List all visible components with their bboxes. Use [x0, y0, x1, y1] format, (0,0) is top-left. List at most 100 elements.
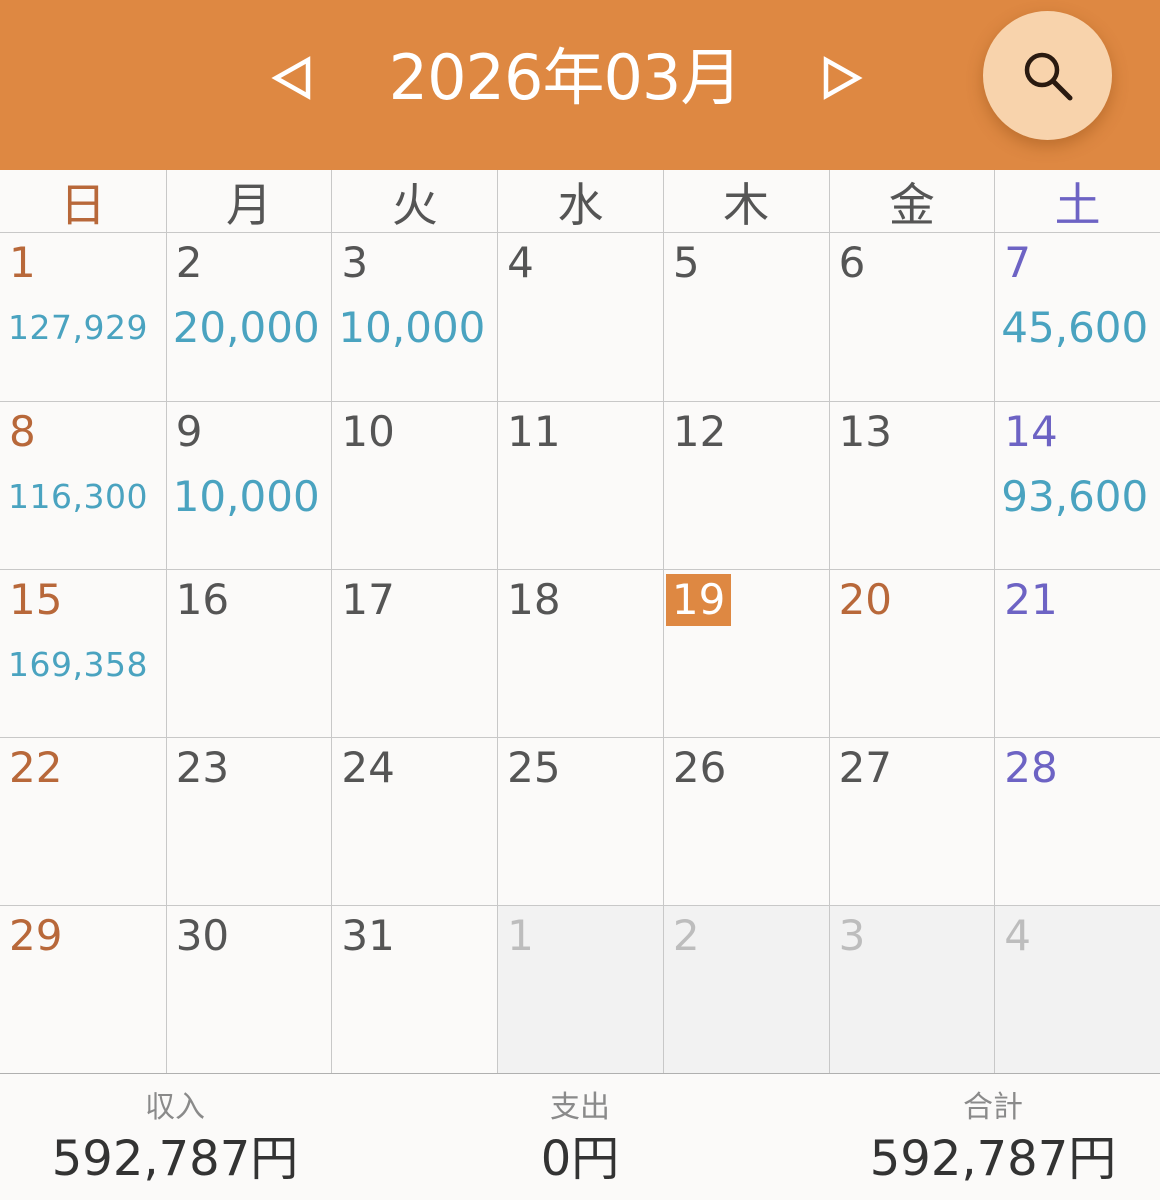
day-number: 10	[341, 407, 395, 456]
calendar-day-cell[interactable]: 29	[0, 905, 166, 1073]
calendar-day-cell[interactable]: 1	[497, 905, 663, 1073]
calendar-day-cell[interactable]: 23	[165, 737, 332, 905]
expense-label: 支出	[550, 1090, 610, 1125]
day-number: 3	[838, 911, 866, 960]
day-amount: 10,000	[338, 303, 486, 352]
calendar-day-cell[interactable]: 4	[497, 233, 663, 401]
calendar-day-cell[interactable]: 30	[165, 905, 332, 1073]
calendar-day-cell[interactable]: 3 10,000	[331, 233, 497, 401]
day-number: 1	[507, 911, 534, 960]
total-summary: 合計 592,787円	[838, 1088, 1148, 1190]
calendar-day-cell[interactable]: 22	[0, 737, 166, 905]
day-amount: 45,600	[1001, 303, 1149, 352]
day-number: 1	[9, 238, 36, 287]
day-number: 15	[9, 575, 63, 624]
day-number: 31	[341, 911, 395, 960]
day-number: 2	[175, 238, 203, 287]
day-number: 16	[175, 575, 230, 624]
day-number: 8	[9, 407, 36, 456]
day-number: 9	[175, 407, 203, 456]
weekday-sun: 日	[59, 177, 106, 232]
day-number: 28	[1004, 743, 1058, 792]
day-number: 27	[838, 743, 893, 792]
calendar-day-cell[interactable]: 10	[331, 401, 498, 569]
day-number: 20	[838, 575, 893, 624]
triangle-left-icon	[271, 56, 311, 100]
day-number: 24	[341, 743, 395, 792]
calendar-day-cell[interactable]: 12	[662, 401, 829, 569]
weekday-tue: 火	[331, 170, 497, 233]
calendar-day-cell[interactable]: 21	[994, 569, 1160, 737]
calendar-day-cell[interactable]: 14 93,600	[994, 401, 1160, 569]
calendar-day-cell[interactable]: 4	[994, 905, 1160, 1073]
weekday-sat: 土	[994, 170, 1160, 233]
calendar-day-cell[interactable]: 27	[828, 737, 995, 905]
day-number: 4	[507, 238, 534, 287]
expense-value: 0円	[540, 1131, 620, 1187]
day-number: 5	[672, 238, 700, 287]
calendar-day-cell[interactable]: 13	[828, 401, 995, 569]
income-summary: 収入 592,787円	[20, 1088, 330, 1190]
calendar-day-cell[interactable]: 7 45,600	[994, 233, 1160, 401]
day-number: 2	[672, 911, 700, 960]
income-label: 収入	[145, 1090, 205, 1125]
calendar-day-cell[interactable]: 24	[331, 737, 498, 905]
day-number: 3	[341, 238, 369, 287]
day-number: 22	[9, 743, 63, 792]
day-amount: 116,300	[8, 477, 148, 516]
calendar-day-cell[interactable]: 17	[331, 569, 498, 737]
calendar-day-cell[interactable]: 16	[165, 569, 332, 737]
calendar-day-cell[interactable]: 8 116,300	[0, 401, 166, 569]
day-amount: 169,358	[8, 645, 148, 684]
calendar-day-cell[interactable]: 25	[497, 737, 663, 905]
day-number: 18	[507, 575, 561, 624]
total-label: 合計	[963, 1090, 1023, 1125]
calendar-day-cell[interactable]: 11	[497, 401, 663, 569]
month-title: 2026年03月	[388, 41, 743, 114]
prev-month-button[interactable]	[262, 48, 322, 108]
calendar-day-cell[interactable]: 1 127,929	[0, 233, 166, 401]
day-number: 19	[665, 574, 732, 626]
day-number: 29	[9, 911, 63, 960]
calendar-day-cell[interactable]: 18	[497, 569, 663, 737]
day-number: 14	[1004, 407, 1058, 456]
day-number: 7	[1004, 238, 1032, 287]
next-month-button[interactable]	[812, 48, 872, 108]
weekday-fri: 金	[828, 170, 995, 233]
calendar-day-cell[interactable]: 19	[662, 569, 829, 737]
day-number: 6	[838, 238, 866, 287]
calendar-day-cell[interactable]: 5	[662, 233, 829, 401]
day-number: 12	[672, 407, 727, 456]
weekday-mon: 月	[165, 170, 332, 233]
calendar-day-cell[interactable]: 9 10,000	[165, 401, 332, 569]
calendar-day-cell[interactable]: 15 169,358	[0, 569, 166, 737]
day-number: 30	[175, 911, 230, 960]
total-value: 592,787円	[869, 1131, 1117, 1187]
calendar-day-cell[interactable]: 2 20,000	[165, 233, 332, 401]
calendar-day-cell[interactable]: 3	[828, 905, 995, 1073]
search-button[interactable]	[983, 11, 1112, 140]
expense-summary: 支出 0円	[425, 1088, 735, 1190]
weekday-thu: 木	[662, 170, 829, 233]
weekday-header: 日 月 火 水 木 金 土	[0, 170, 1160, 233]
day-number: 17	[341, 575, 395, 624]
calendar-day-cell[interactable]: 31	[331, 905, 498, 1073]
day-number: 26	[672, 743, 727, 792]
day-amount: 93,600	[1001, 472, 1149, 521]
weekday-wed: 水	[497, 170, 663, 233]
day-amount: 10,000	[172, 472, 320, 521]
day-number: 25	[507, 743, 561, 792]
magnifier-icon	[1024, 52, 1072, 100]
calendar-day-cell[interactable]: 6	[828, 233, 995, 401]
day-number: 11	[507, 407, 561, 456]
triangle-right-icon	[823, 56, 863, 100]
day-number: 23	[175, 743, 230, 792]
summary-bar: 収入 592,787円 支出 0円 合計 592,787円	[0, 1074, 1160, 1200]
calendar-day-cell[interactable]: 2	[662, 905, 829, 1073]
day-number: 21	[1004, 575, 1058, 624]
calendar-day-cell[interactable]: 28	[994, 737, 1160, 905]
calendar-grid: 1 127,929 2 20,000 3 10,000 4 5 6 7 45,600 8 116,300…	[0, 233, 1160, 1074]
calendar-day-cell[interactable]: 26	[662, 737, 829, 905]
calendar-day-cell[interactable]: 20	[828, 569, 995, 737]
day-amount: 127,929	[8, 308, 148, 347]
